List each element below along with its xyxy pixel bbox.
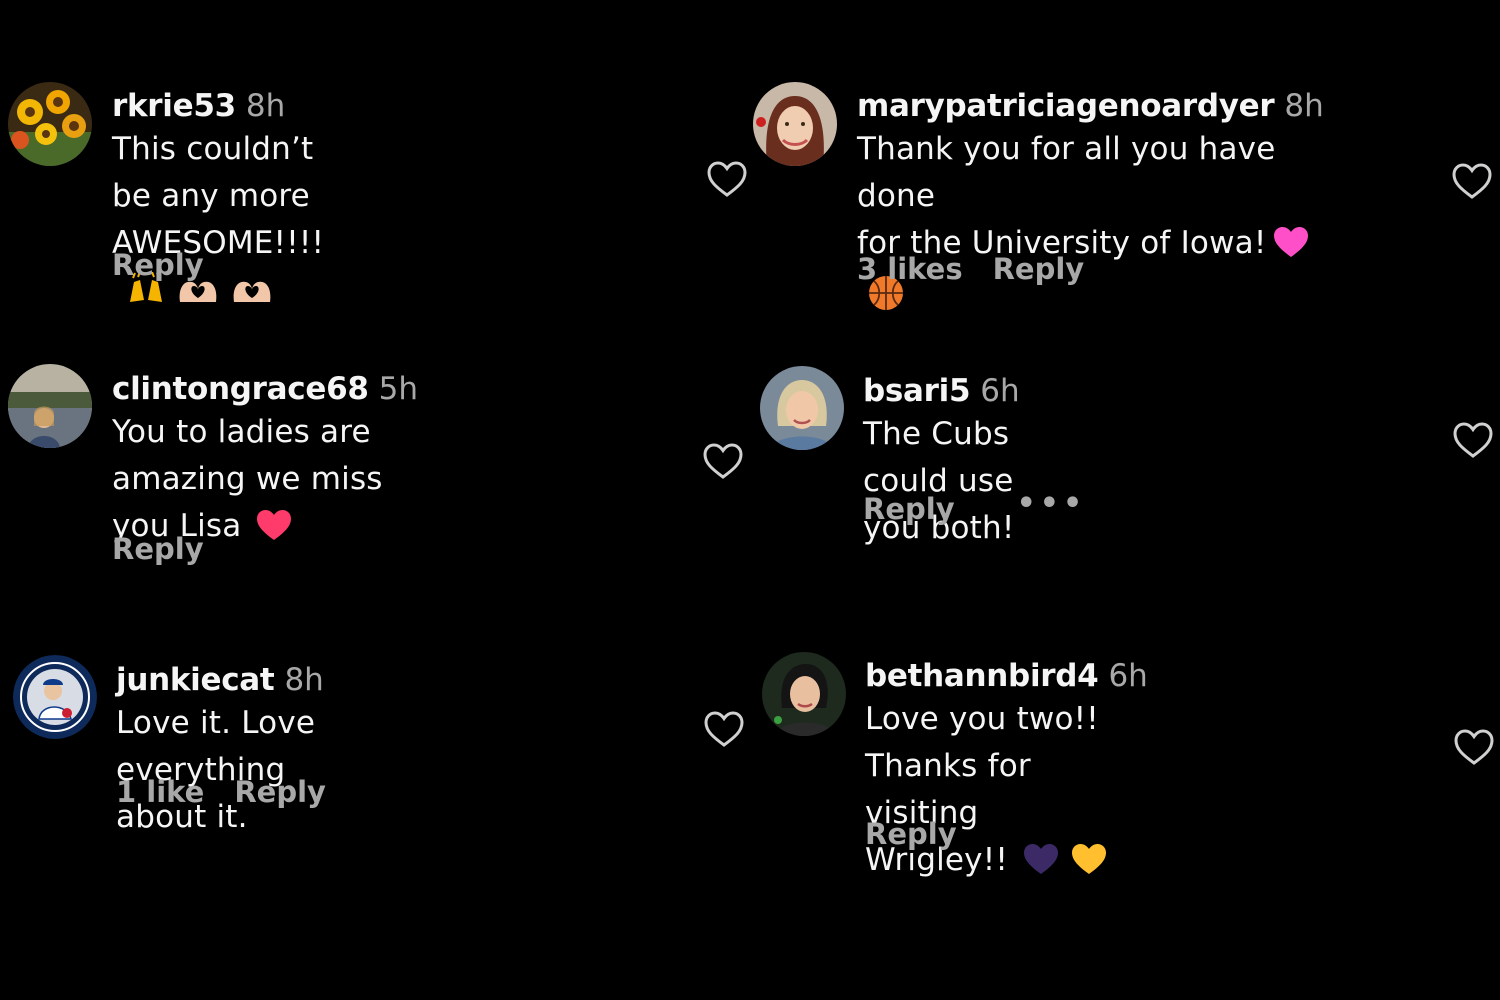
username[interactable]: bethannbird4 (865, 658, 1099, 694)
username[interactable]: rkrie53 (112, 88, 236, 124)
comment-text: Thank you for all you have done for the … (857, 126, 1324, 326)
avatar[interactable] (762, 652, 846, 736)
blonde-woman-avatar-icon (760, 366, 844, 450)
comment-text: This couldn’t be any more AWESOME!!!! (112, 126, 324, 320)
pink-heart-emoji (1272, 225, 1310, 273)
comment-text-line: The Cubs could use you both! (863, 416, 1015, 546)
sunflowers-avatar-icon (8, 82, 92, 166)
comment-text-line: Thank you for all you have done (857, 131, 1276, 214)
reply-button[interactable]: Reply (112, 532, 204, 566)
avatar[interactable] (13, 655, 97, 739)
like-heart-icon[interactable] (703, 710, 745, 748)
timestamp: 8h (284, 662, 324, 698)
likes-count[interactable]: 1 like (116, 775, 204, 809)
timestamp: 6h (1108, 658, 1148, 694)
dark-hair-woman-avatar-icon (762, 652, 846, 736)
comment-text: Love you two!! Thanks for visiting Wrigl… (865, 696, 1148, 890)
avatar[interactable] (753, 82, 837, 166)
avatar[interactable] (760, 366, 844, 450)
woman-portrait-avatar-icon (753, 82, 837, 166)
comment-text: The Cubs could use you both! (863, 411, 1020, 552)
like-heart-icon[interactable] (1452, 421, 1494, 459)
reply-button[interactable]: Reply (863, 492, 955, 526)
comment-text-line: Love you two!! Thanks for visiting (865, 701, 1099, 831)
comment-text-line: This couldn’t be any more (112, 131, 314, 214)
comment-text-line: You to ladies are amazing we miss (112, 414, 383, 497)
baseball-badge-avatar-icon (13, 655, 97, 739)
timestamp: 8h (1284, 88, 1324, 124)
reply-button[interactable]: Reply (865, 817, 957, 851)
purple-heart-emoji (1022, 842, 1060, 890)
lake-portrait-avatar-icon (8, 364, 92, 448)
reply-button[interactable]: Reply (993, 252, 1085, 286)
like-heart-icon[interactable] (702, 442, 744, 480)
username[interactable]: junkiecat (116, 662, 275, 698)
avatar[interactable] (8, 364, 92, 448)
username[interactable]: bsari5 (863, 373, 971, 409)
comment-text: Love it. Love everything about it. (116, 700, 324, 841)
timestamp: 6h (980, 373, 1020, 409)
like-heart-icon[interactable] (706, 160, 748, 198)
more-options-button[interactable]: ••• (1017, 486, 1087, 521)
yellow-heart-emoji (1070, 842, 1108, 890)
comment-text-line: Love it. Love everything about it. (116, 705, 316, 835)
heart-hands-emoji (230, 273, 274, 320)
reply-button[interactable]: Reply (234, 775, 326, 809)
likes-count[interactable]: 3 likes (857, 252, 963, 286)
like-heart-icon[interactable] (1451, 162, 1493, 200)
username[interactable]: clintongrace68 (112, 371, 369, 407)
avatar[interactable] (8, 82, 92, 166)
username[interactable]: marypatriciagenoardyer (857, 88, 1275, 124)
like-heart-icon[interactable] (1453, 728, 1495, 766)
timestamp: 8h (245, 88, 286, 124)
red-heart-emoji (255, 508, 293, 556)
timestamp: 5h (378, 371, 418, 407)
reply-button[interactable]: Reply (112, 248, 204, 282)
